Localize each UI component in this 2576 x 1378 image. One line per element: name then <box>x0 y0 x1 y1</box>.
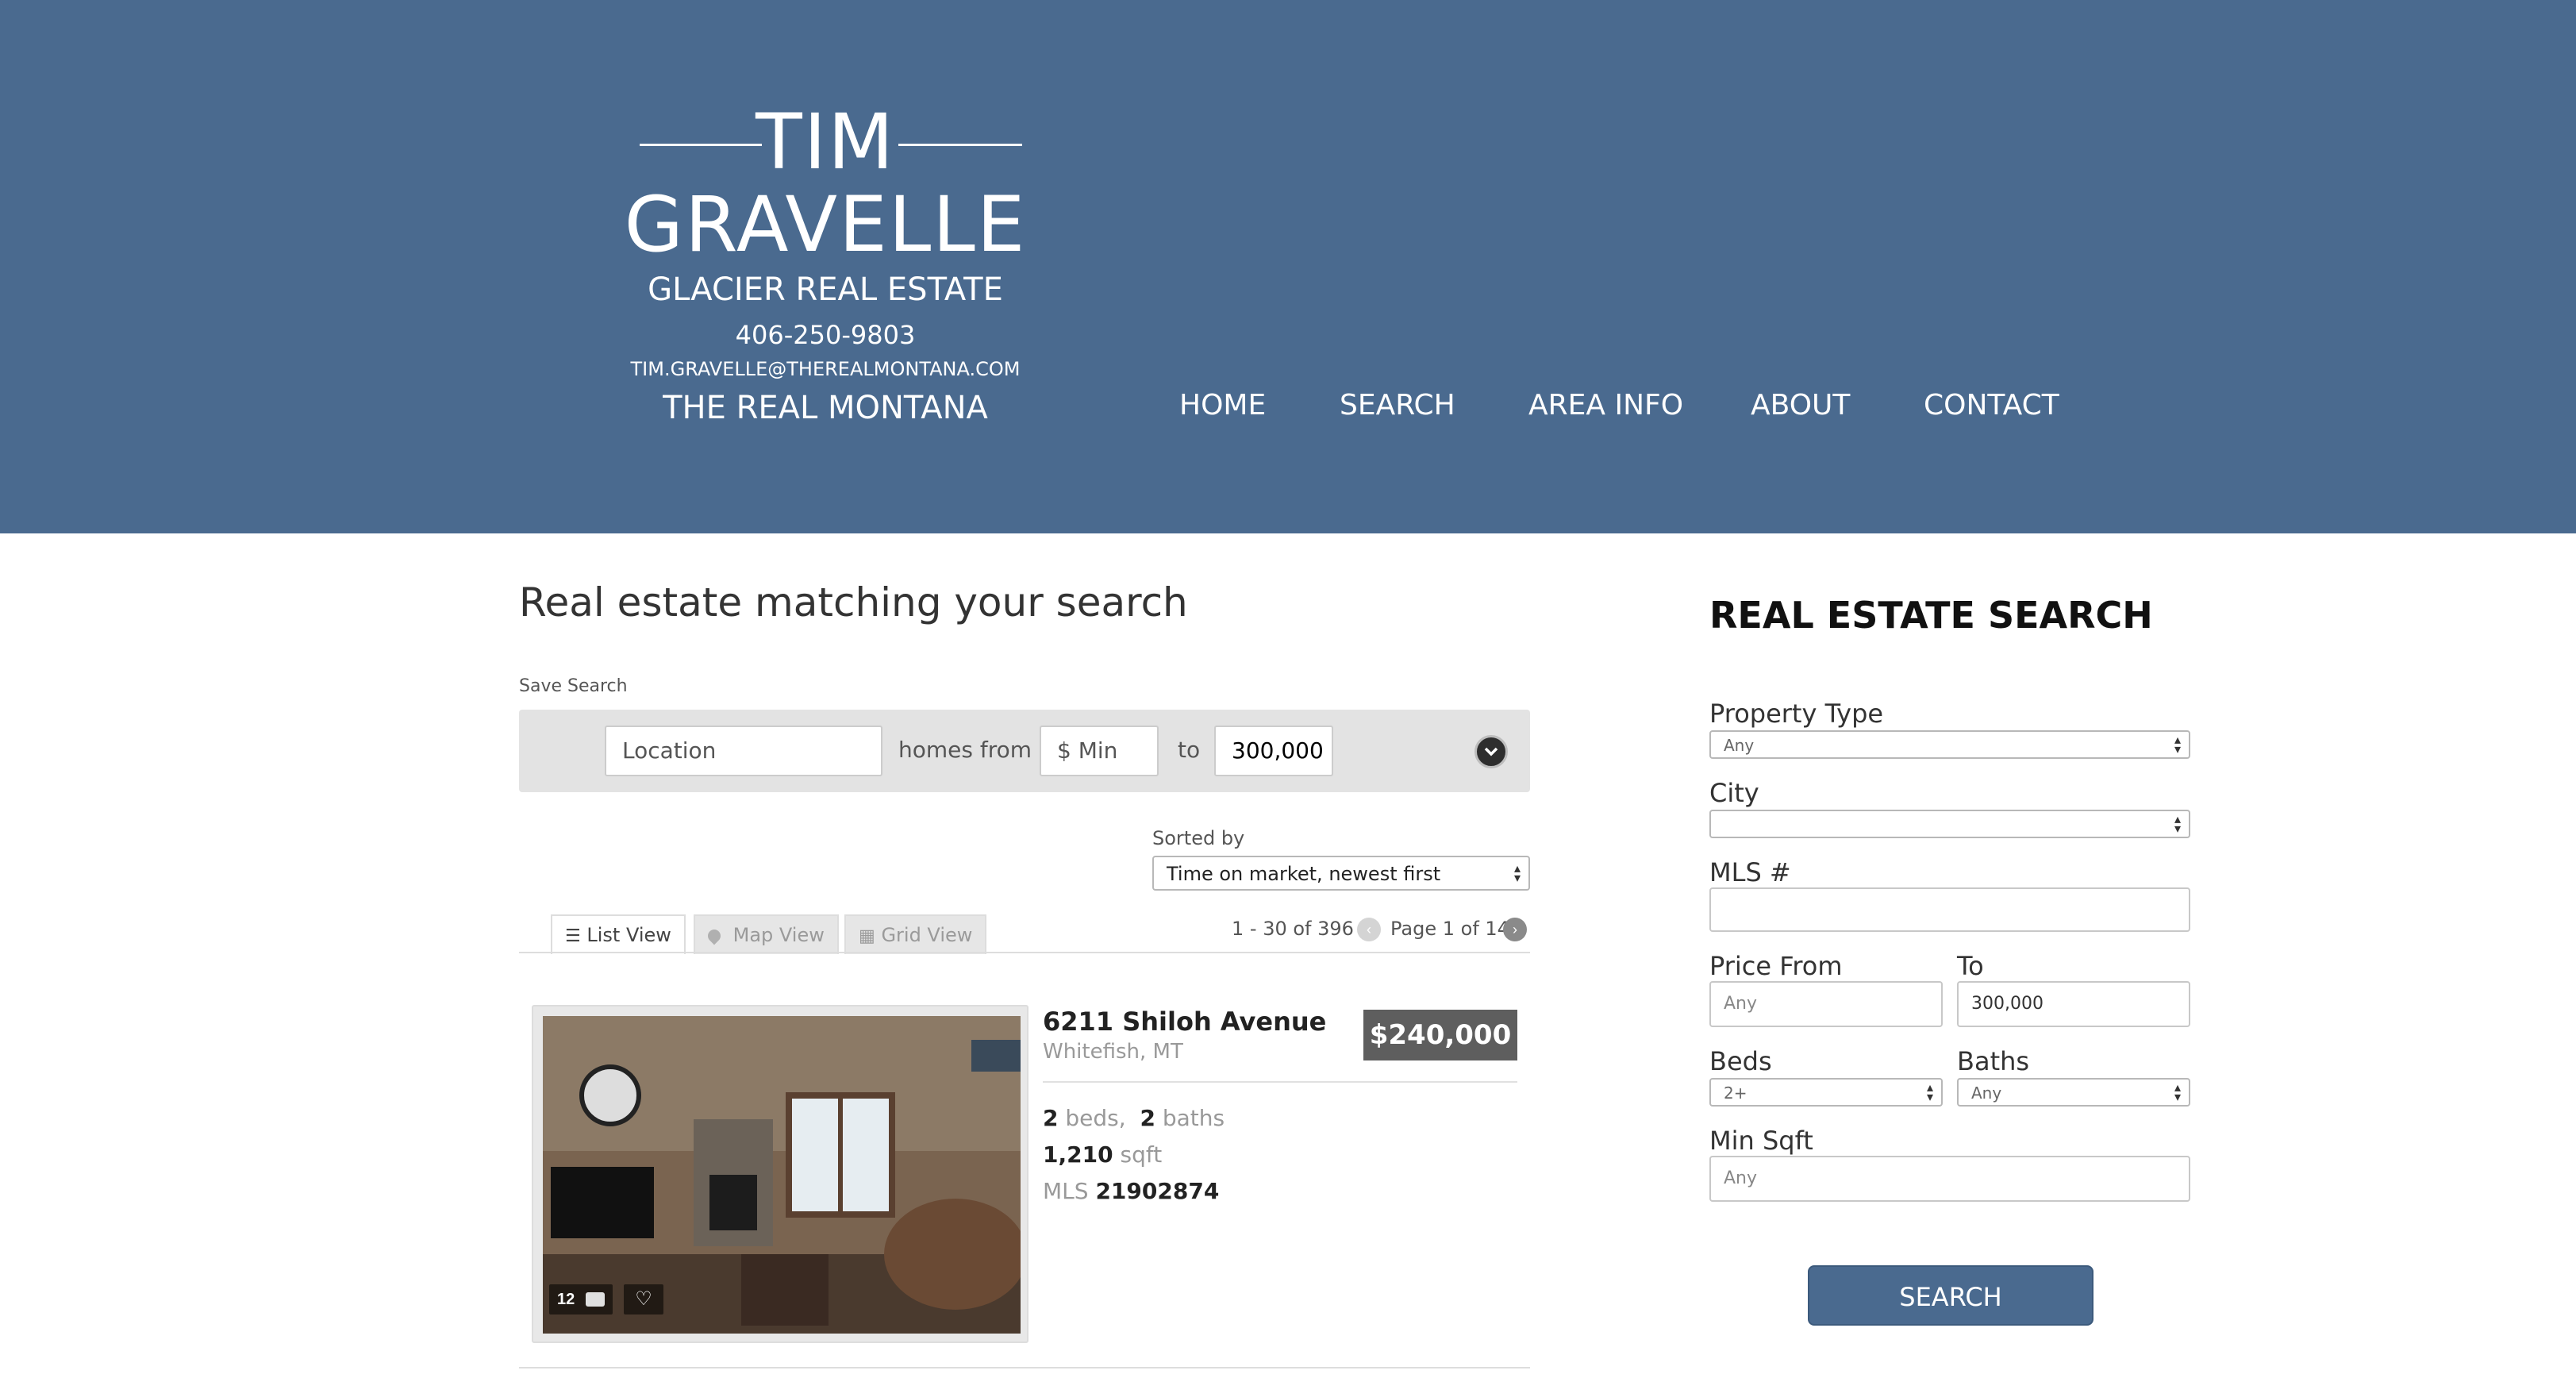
listing-divider <box>1043 1081 1517 1083</box>
grid-icon: ▦ <box>859 926 875 946</box>
beds-label: Beds <box>1709 1046 1772 1076</box>
logo-name-first: TIM <box>755 98 895 187</box>
city-label: City <box>1709 778 1759 808</box>
price-to-label: To <box>1957 951 1984 981</box>
sort-select[interactable]: Time on market, newest first ▴ ▾ <box>1152 856 1530 891</box>
property-type-label: Property Type <box>1709 699 1884 729</box>
mls-label: MLS <box>1043 1178 1089 1204</box>
select-arrows-icon: ▴ ▾ <box>2174 811 2181 836</box>
logo-email: TIM.GRAVELLE@THEREALMONTANA.COM <box>630 358 1021 380</box>
beds-select-value: 2+ <box>1724 1084 1747 1103</box>
tab-list-view-label: List View <box>586 924 671 946</box>
save-search-link[interactable]: Save Search <box>519 676 628 696</box>
sort-label: Sorted by <box>1152 827 1245 849</box>
listing-price-badge: $240,000 <box>1363 1010 1517 1060</box>
sort-select-value: Time on market, newest first <box>1167 863 1441 885</box>
baths-label: Baths <box>1957 1046 2030 1076</box>
logo-tagline: THE REAL MONTANA <box>663 390 988 426</box>
mls-number-input[interactable] <box>1709 887 2190 932</box>
pagination-range: 1 - 30 of 396 | <box>1232 918 1367 940</box>
camera-icon <box>585 1292 605 1307</box>
prev-page-icon[interactable]: ‹ <box>1357 918 1381 941</box>
baths-select[interactable]: Any ▴ ▾ <box>1957 1078 2190 1107</box>
baths-select-value: Any <box>1971 1084 2002 1103</box>
listing-city: Whitefish, MT <box>1043 1040 1183 1064</box>
min-price-input[interactable]: $ Min <box>1040 726 1159 776</box>
photo-count: 12 <box>557 1291 575 1308</box>
nav-search[interactable]: SEARCH <box>1340 389 1455 421</box>
max-price-input[interactable]: 300,000 <box>1214 726 1333 776</box>
logo-company: GLACIER REAL ESTATE <box>648 271 1003 308</box>
next-page-icon[interactable]: › <box>1503 918 1527 941</box>
listing-sqft: 1,210 sqft <box>1043 1141 1162 1168</box>
property-type-value: Any <box>1724 736 1755 755</box>
tab-map-view[interactable]: Map View <box>694 914 839 954</box>
select-arrows-icon: ▴ ▾ <box>2174 1080 2181 1104</box>
sqft-value: 1,210 <box>1043 1141 1113 1168</box>
nav-about[interactable]: ABOUT <box>1751 389 1850 421</box>
pagination-page: Page 1 of 14 <box>1390 918 1509 940</box>
list-icon: ☰ <box>565 926 581 946</box>
site-header: TIM GRAVELLE GLACIER REAL ESTATE 406-250… <box>0 0 2576 533</box>
listing-bottom-divider <box>519 1367 1530 1368</box>
price-to-input[interactable]: 300,000 <box>1957 981 2190 1027</box>
property-type-select[interactable]: Any ▴ ▾ <box>1709 730 2190 759</box>
price-from-input[interactable]: Any <box>1709 981 1943 1027</box>
tab-list-view[interactable]: ☰ List View <box>551 914 686 954</box>
beds-value: 2 <box>1043 1105 1059 1131</box>
homes-from-label: homes from <box>898 737 1032 763</box>
listing-photo[interactable]: 12 ♡ <box>532 1005 1028 1343</box>
min-sqft-input[interactable]: Any <box>1709 1156 2190 1202</box>
mls-number-label: MLS # <box>1709 857 1791 887</box>
baths-unit: baths <box>1162 1105 1225 1131</box>
favorite-heart-icon[interactable]: ♡ <box>624 1284 663 1314</box>
tabs-baseline <box>519 952 1530 953</box>
results-heading: Real estate matching your search <box>519 579 1188 625</box>
nav-contact[interactable]: CONTACT <box>1924 389 2059 421</box>
logo-phone: 406-250-9803 <box>735 320 916 350</box>
min-sqft-label: Min Sqft <box>1709 1126 1813 1156</box>
select-arrows-icon: ▴ ▾ <box>2174 732 2181 756</box>
beds-unit: beds, <box>1065 1105 1126 1131</box>
price-from-label: Price From <box>1709 951 1843 981</box>
photo-count-badge: 12 <box>549 1284 613 1314</box>
map-pin-icon <box>705 926 724 945</box>
mls-value: 21902874 <box>1095 1178 1220 1204</box>
sqft-unit: sqft <box>1120 1141 1163 1168</box>
house-photo-icon <box>543 1016 1021 1334</box>
search-button[interactable]: SEARCH <box>1808 1265 2093 1326</box>
tab-grid-view-label: Grid View <box>881 924 973 946</box>
beds-select[interactable]: 2+ ▴ ▾ <box>1709 1078 1943 1107</box>
sidebar-title: REAL ESTATE SEARCH <box>1709 594 2153 637</box>
logo-name-last: GRAVELLE <box>624 180 1027 269</box>
tab-map-view-label: Map View <box>732 924 825 946</box>
baths-value: 2 <box>1140 1105 1155 1131</box>
chevron-down-icon[interactable] <box>1474 735 1508 768</box>
listing-mls: MLS 21902874 <box>1043 1178 1219 1204</box>
select-arrows-icon: ▴ ▾ <box>1513 860 1521 885</box>
nav-home[interactable]: HOME <box>1179 389 1266 421</box>
listing-beds-baths: 2 beds, 2 baths <box>1043 1105 1225 1131</box>
quick-search-bar: Location homes from $ Min to 300,000 <box>519 710 1530 792</box>
location-input[interactable]: Location <box>605 726 882 776</box>
select-arrows-icon: ▴ ▾ <box>1926 1080 1933 1104</box>
tab-grid-view[interactable]: ▦ Grid View <box>844 914 987 954</box>
listing-address[interactable]: 6211 Shiloh Avenue <box>1043 1007 1326 1037</box>
to-label: to <box>1178 737 1201 763</box>
nav-area-info[interactable]: AREA INFO <box>1528 389 1683 421</box>
listing-price: $240,000 <box>1369 1019 1512 1051</box>
city-select[interactable]: ▴ ▾ <box>1709 810 2190 838</box>
